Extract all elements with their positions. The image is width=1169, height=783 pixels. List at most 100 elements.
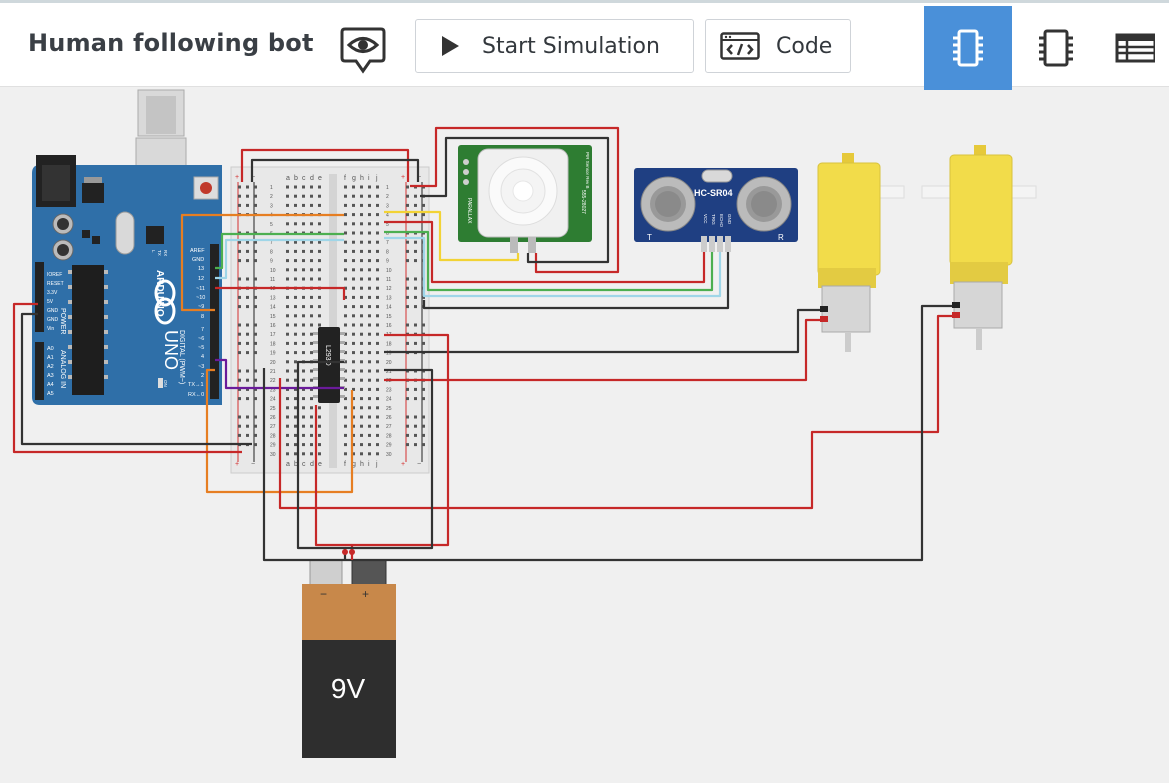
breadboard-row-number: 27: [386, 424, 392, 430]
svg-text:+: +: [401, 461, 405, 468]
svg-text:RX: RX: [163, 250, 168, 256]
pir-sensor[interactable]: PARALLAX 555-28027 PIR Sensor Rev B: [458, 145, 592, 253]
power-header: [35, 262, 44, 332]
breadboard-row-number: 19: [270, 351, 276, 357]
svg-text:Vin: Vin: [47, 326, 54, 332]
atmega-chip: [72, 265, 104, 395]
svg-text:A1: A1: [47, 355, 54, 361]
svg-text:TRIG: TRIG: [711, 214, 716, 225]
schematic-view-tab[interactable]: [924, 6, 1012, 90]
svg-text:GND: GND: [192, 257, 204, 263]
breadboard-row-number: 9: [270, 259, 273, 265]
breadboard-row-number: 1: [270, 185, 273, 191]
svg-text:g: g: [352, 175, 356, 182]
ic-outline-icon: [1039, 29, 1073, 67]
breadboard-row-number: 28: [386, 433, 392, 439]
svg-text:c: c: [302, 461, 306, 468]
pir-part-number: 555-28027: [580, 190, 586, 214]
svg-text:e: e: [318, 175, 322, 182]
svg-text:R: R: [778, 233, 784, 242]
play-icon: [442, 36, 459, 56]
svg-text:GND: GND: [47, 317, 59, 323]
code-button[interactable]: Code: [705, 19, 851, 73]
breadboard-row-number: 7: [386, 240, 389, 246]
svg-text:2: 2: [201, 373, 204, 379]
ultrasonic-sensor[interactable]: HC-SR04 T R VCC TRIG ECHO GND: [634, 168, 798, 252]
breadboard-row-number: 15: [386, 314, 392, 320]
toolbar: Human following bot Start Simulation Cod…: [0, 0, 1169, 90]
battery-voltage-label: 9V: [331, 673, 366, 704]
breadboard-row-number: 25: [270, 406, 276, 412]
pir-title: PIR Sensor Rev B: [585, 152, 590, 189]
dc-motor-left[interactable]: [817, 153, 905, 352]
code-icon: [720, 32, 760, 60]
svg-text:+: +: [401, 174, 405, 181]
svg-text:f: f: [344, 461, 346, 468]
breadboard-row-number: 8: [386, 249, 389, 255]
breadboard-row-number: 2: [386, 194, 389, 200]
code-label: Code: [776, 33, 833, 59]
svg-text:A2: A2: [47, 364, 54, 370]
breadboard-row-number: 3: [386, 203, 389, 209]
svg-text:8: 8: [201, 314, 204, 320]
svg-text:A3: A3: [47, 373, 54, 379]
svg-text:VCC: VCC: [703, 214, 708, 224]
svg-text:A5: A5: [47, 391, 54, 397]
breadboard-row-number: 30: [270, 452, 276, 458]
svg-text:−: −: [417, 461, 421, 468]
table-list-icon: [1115, 33, 1155, 63]
svg-text:~11: ~11: [196, 286, 205, 292]
breadboard-row-number: 22: [270, 378, 276, 384]
svg-text:~6: ~6: [198, 336, 204, 342]
svg-text:j: j: [375, 461, 378, 468]
breadboard-row-number: 5: [270, 222, 273, 228]
svg-text:~5: ~5: [198, 345, 204, 351]
breadboard-row-number: 4: [386, 213, 389, 219]
breadboard-row-number: 9: [386, 259, 389, 265]
breadboard-row-number: 21: [270, 369, 276, 375]
arduino-uno[interactable]: ARDUINO UNO DIGITAL (PWM~) POWER ANALOG …: [32, 89, 222, 405]
breadboard-row-number: 26: [386, 415, 392, 421]
breadboard-row-number: 26: [270, 415, 276, 421]
start-simulation-button[interactable]: Start Simulation: [415, 19, 694, 73]
visibility-toggle-button[interactable]: [340, 25, 386, 75]
svg-text:b: b: [294, 175, 298, 182]
svg-text:ECHO: ECHO: [719, 214, 724, 228]
arduino-brand: ARDUINO: [154, 270, 165, 317]
battery-9v[interactable]: − + 9V: [302, 559, 396, 758]
breadboard-row-number: 10: [270, 268, 276, 274]
breadboard-row-number: 20: [386, 360, 392, 366]
svg-text:+: +: [235, 461, 239, 468]
svg-text:TX: TX: [157, 250, 162, 256]
svg-text:h: h: [360, 461, 364, 468]
svg-text:TX→1: TX→1: [188, 382, 204, 388]
component-list-tab[interactable]: [1100, 6, 1169, 90]
svg-text:RESET: RESET: [47, 281, 64, 287]
component-view-tab[interactable]: [1012, 6, 1100, 90]
chip-icon: [953, 29, 983, 67]
breadboard-row-number: 28: [270, 433, 276, 439]
circuit-canvas[interactable]: ARDUINO UNO DIGITAL (PWM~) POWER ANALOG …: [0, 87, 1169, 779]
breadboard-row-number: 11: [270, 277, 275, 283]
svg-text:~10: ~10: [196, 295, 205, 301]
analog-header: [35, 342, 44, 400]
breadboard-row-number: 16: [386, 323, 392, 329]
svg-text:~3: ~3: [198, 364, 204, 370]
breadboard-row-number: 10: [386, 268, 392, 274]
breadboard-row-number: 16: [270, 323, 276, 329]
svg-text:ON: ON: [163, 380, 168, 387]
svg-text:d: d: [310, 175, 314, 182]
breadboard-row-number: 14: [270, 305, 276, 311]
breadboard-row-number: 24: [386, 397, 392, 403]
breadboard-row-number: 30: [386, 452, 392, 458]
breadboard-row-number: 13: [270, 295, 276, 301]
svg-text:f: f: [344, 175, 346, 182]
breadboard-row-number: 1: [386, 185, 389, 191]
breadboard-row-number: 29: [270, 443, 276, 449]
breadboard-row-number: 13: [386, 295, 392, 301]
svg-text:RX←0: RX←0: [188, 392, 204, 398]
svg-text:A0: A0: [47, 346, 54, 352]
svg-text:a: a: [286, 175, 290, 182]
battery-minus-label: −: [320, 587, 327, 601]
project-title[interactable]: Human following bot: [28, 29, 314, 57]
